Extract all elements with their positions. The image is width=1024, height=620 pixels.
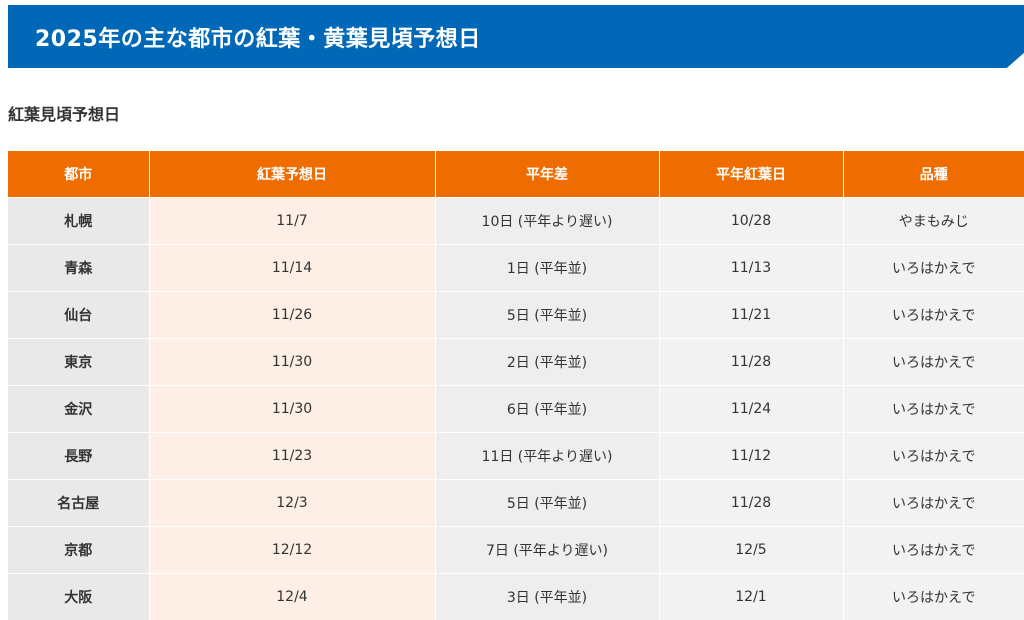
- city-cell: 東京: [8, 338, 150, 386]
- variety-cell: いろはかえで: [843, 291, 1024, 339]
- variety-cell: いろはかえで: [843, 338, 1024, 386]
- table-row: 長野 11/23 11日 (平年より遅い) 11/12 いろはかえで: [8, 432, 1024, 480]
- forecast-date-cell: 11/30: [149, 385, 436, 433]
- variety-cell: いろはかえで: [843, 479, 1024, 527]
- table-row: 東京 11/30 2日 (平年並) 11/28 いろはかえで: [8, 338, 1024, 386]
- table-row: 青森 11/14 1日 (平年並) 11/13 いろはかえで: [8, 244, 1024, 292]
- variety-cell: いろはかえで: [843, 385, 1024, 433]
- city-cell: 大阪: [8, 573, 150, 620]
- header-city: 都市: [8, 151, 150, 198]
- normal-date-cell: 12/5: [659, 526, 844, 574]
- variety-cell: いろはかえで: [843, 244, 1024, 292]
- normal-date-cell: 11/21: [659, 291, 844, 339]
- forecast-date-cell: 12/4: [149, 573, 436, 620]
- forecast-date-cell: 11/7: [149, 197, 436, 245]
- table-row: 京都 12/12 7日 (平年より遅い) 12/5 いろはかえで: [8, 526, 1024, 574]
- normal-date-cell: 12/1: [659, 573, 844, 620]
- variety-cell: いろはかえで: [843, 573, 1024, 620]
- page-banner: 2025年の主な都市の紅葉・黄葉見頃予想日: [8, 5, 1024, 68]
- page-title: 2025年の主な都市の紅葉・黄葉見頃予想日: [35, 26, 481, 52]
- header-normal-difference: 平年差: [435, 151, 660, 198]
- normal-difference-cell: 10日 (平年より遅い): [435, 197, 660, 245]
- forecast-date-cell: 12/12: [149, 526, 436, 574]
- normal-date-cell: 11/24: [659, 385, 844, 433]
- variety-cell: やまもみじ: [843, 197, 1024, 245]
- normal-difference-cell: 2日 (平年並): [435, 338, 660, 386]
- forecast-date-cell: 11/26: [149, 291, 436, 339]
- city-cell: 札幌: [8, 197, 150, 245]
- variety-cell: いろはかえで: [843, 526, 1024, 574]
- forecast-date-cell: 11/30: [149, 338, 436, 386]
- forecast-date-cell: 11/23: [149, 432, 436, 480]
- forecast-date-cell: 12/3: [149, 479, 436, 527]
- normal-date-cell: 11/13: [659, 244, 844, 292]
- normal-difference-cell: 5日 (平年並): [435, 479, 660, 527]
- table-row: 仙台 11/26 5日 (平年並) 11/21 いろはかえで: [8, 291, 1024, 339]
- city-cell: 金沢: [8, 385, 150, 433]
- normal-difference-cell: 11日 (平年より遅い): [435, 432, 660, 480]
- table-header-row: 都市 紅葉予想日 平年差 平年紅葉日 品種: [8, 151, 1024, 198]
- normal-date-cell: 11/28: [659, 479, 844, 527]
- table-row: 大阪 12/4 3日 (平年並) 12/1 いろはかえで: [8, 573, 1024, 620]
- table-row: 名古屋 12/3 5日 (平年並) 11/28 いろはかえで: [8, 479, 1024, 527]
- normal-difference-cell: 6日 (平年並): [435, 385, 660, 433]
- header-normal-date: 平年紅葉日: [659, 151, 844, 198]
- header-variety: 品種: [843, 151, 1024, 198]
- normal-date-cell: 11/28: [659, 338, 844, 386]
- city-cell: 長野: [8, 432, 150, 480]
- header-forecast-date: 紅葉予想日: [149, 151, 436, 198]
- city-cell: 名古屋: [8, 479, 150, 527]
- variety-cell: いろはかえで: [843, 432, 1024, 480]
- normal-date-cell: 10/28: [659, 197, 844, 245]
- forecast-table: 都市 紅葉予想日 平年差 平年紅葉日 品種 札幌 11/7 10日 (平年より遅…: [8, 151, 1024, 620]
- normal-difference-cell: 1日 (平年並): [435, 244, 660, 292]
- table-row: 札幌 11/7 10日 (平年より遅い) 10/28 やまもみじ: [8, 197, 1024, 245]
- forecast-date-cell: 11/14: [149, 244, 436, 292]
- table-row: 金沢 11/30 6日 (平年並) 11/24 いろはかえで: [8, 385, 1024, 433]
- city-cell: 仙台: [8, 291, 150, 339]
- city-cell: 青森: [8, 244, 150, 292]
- city-cell: 京都: [8, 526, 150, 574]
- normal-difference-cell: 7日 (平年より遅い): [435, 526, 660, 574]
- normal-difference-cell: 5日 (平年並): [435, 291, 660, 339]
- section-subtitle: 紅葉見頃予想日: [8, 105, 121, 124]
- normal-difference-cell: 3日 (平年並): [435, 573, 660, 620]
- normal-date-cell: 11/12: [659, 432, 844, 480]
